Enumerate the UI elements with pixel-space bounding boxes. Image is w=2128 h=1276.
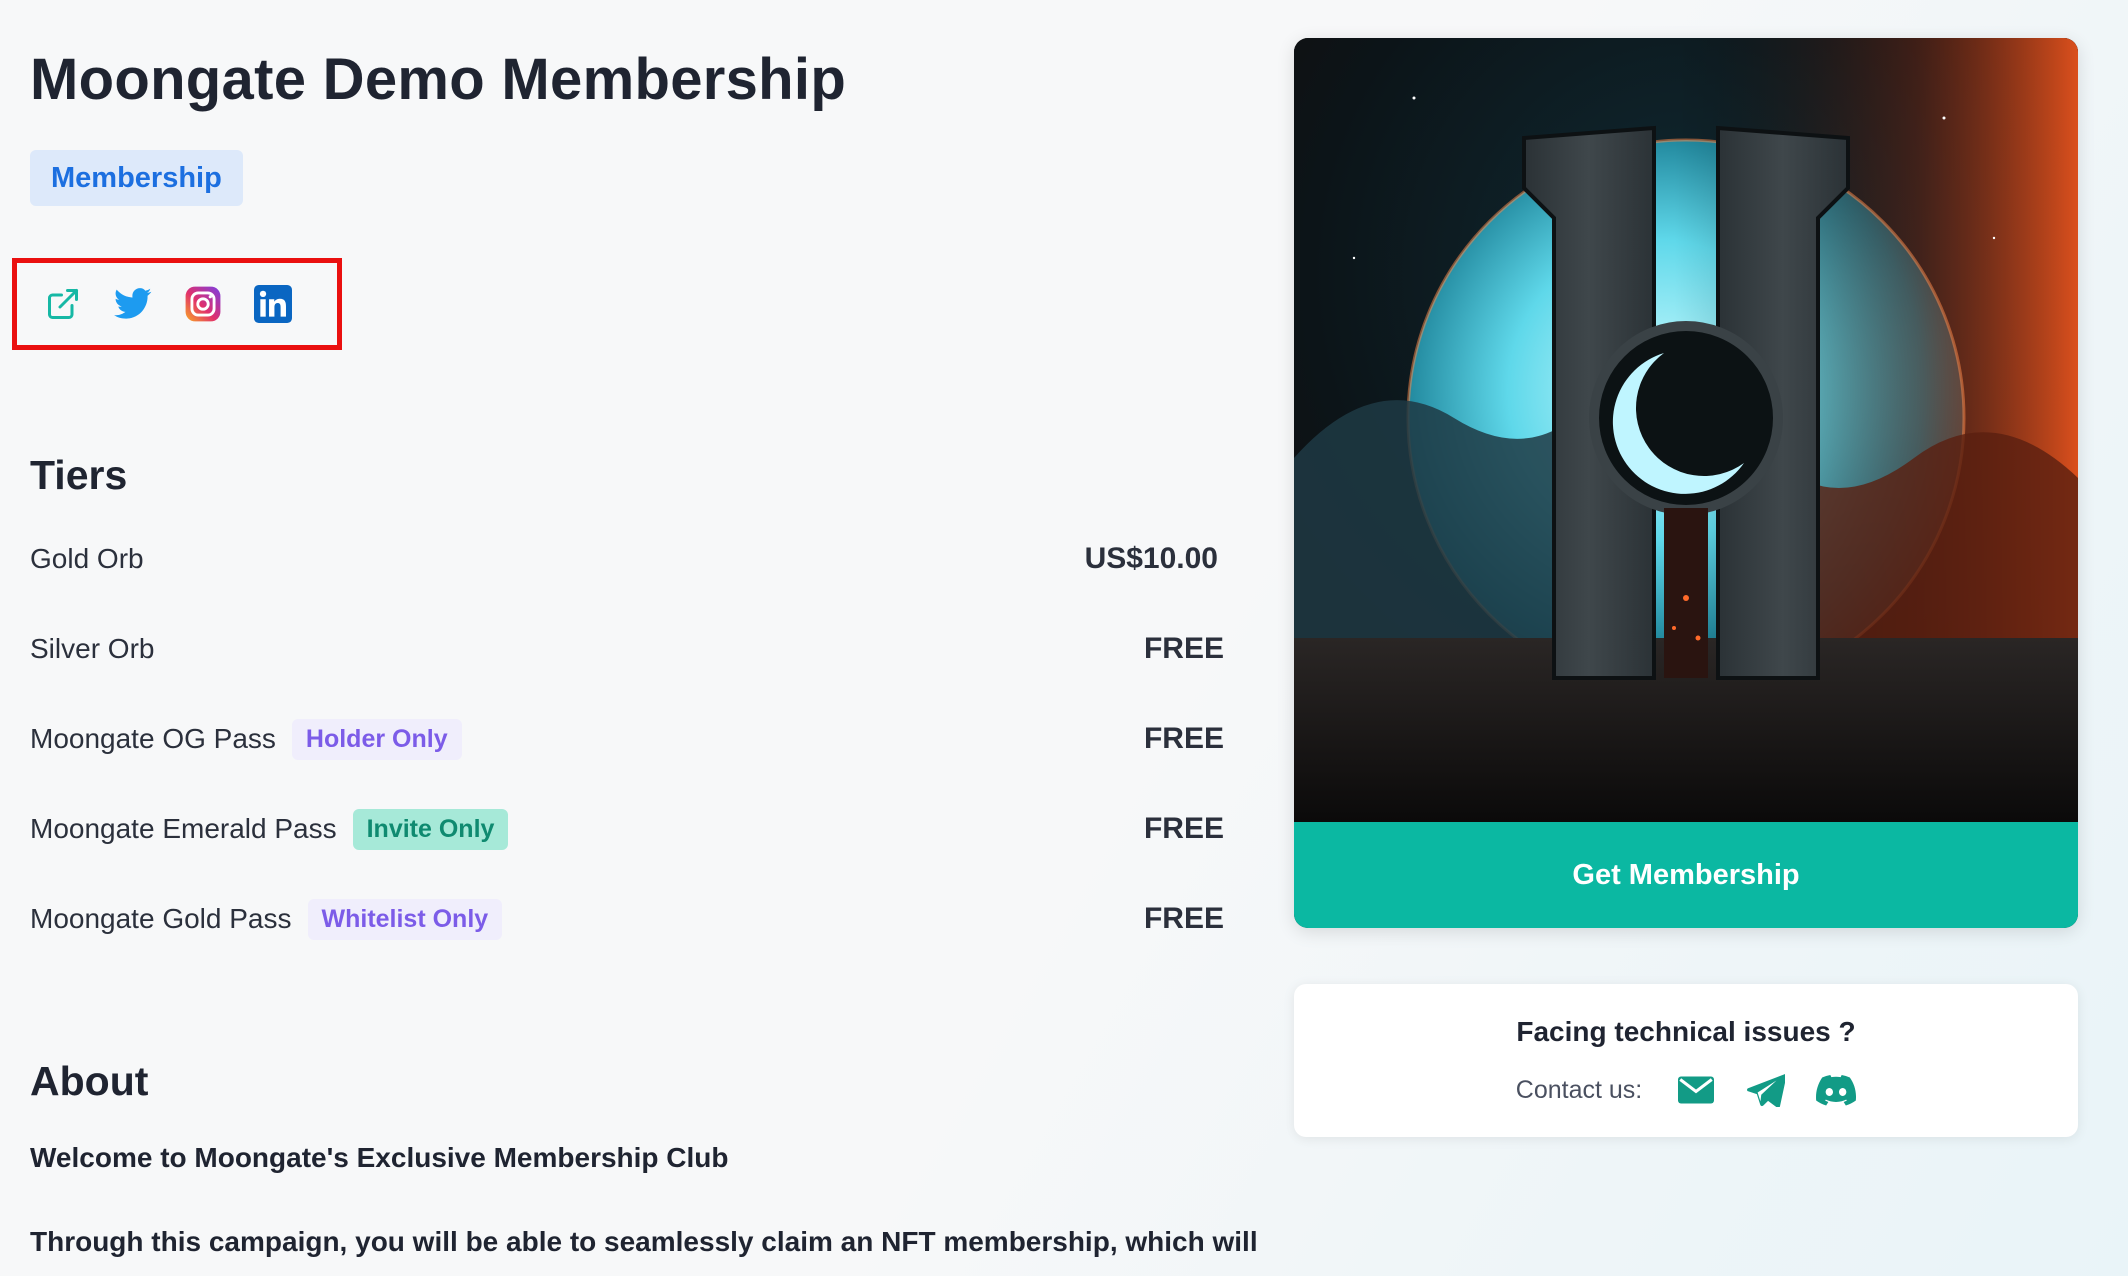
external-link-icon[interactable] (41, 282, 85, 326)
tier-name: Gold Orb (30, 543, 144, 574)
tiers-heading: Tiers (30, 452, 128, 498)
tier-price: FREE (1143, 812, 1224, 845)
tier-access-tag: Invite Only (352, 808, 509, 850)
discord-icon[interactable] (1816, 1070, 1857, 1110)
instagram-icon[interactable] (181, 282, 225, 326)
tier-name: Moongate Emerald Pass (30, 813, 337, 844)
support-box: Facing technical issues ? Contact us: (1294, 984, 2078, 1137)
tier-row[interactable]: Gold Orb US$10.00 (30, 533, 1224, 585)
social-links (12, 258, 342, 350)
tier-row[interactable]: Moongate Gold Pass Whitelist Only FREE (30, 893, 1224, 945)
twitter-icon[interactable] (111, 282, 155, 326)
membership-card: Get Membership (1294, 38, 2078, 928)
telegram-icon[interactable] (1746, 1070, 1786, 1110)
tier-price: US$10.00 (1084, 542, 1218, 575)
tier-name: Moongate OG Pass (30, 723, 276, 754)
category-badge: Membership (30, 150, 243, 206)
tier-price: FREE (1143, 632, 1224, 665)
tier-row[interactable]: Moongate OG Pass Holder Only FREE (30, 713, 1224, 765)
tier-name: Silver Orb (30, 633, 155, 664)
contact-label: Contact us: (1515, 1075, 1643, 1104)
tier-name: Moongate Gold Pass (30, 903, 292, 934)
linkedin-icon[interactable] (251, 282, 295, 326)
tier-access-tag: Whitelist Only (307, 898, 503, 940)
about-lead: Welcome to Moongate's Exclusive Membersh… (30, 1142, 729, 1173)
tier-price: FREE (1143, 722, 1224, 755)
contact-row: Contact us: (1294, 1070, 2078, 1110)
mail-icon[interactable] (1676, 1070, 1716, 1110)
tier-row[interactable]: Moongate Emerald Pass Invite Only FREE (30, 803, 1224, 855)
page-title: Moongate Demo Membership (30, 47, 847, 112)
about-body: Through this campaign, you will be able … (30, 1226, 1258, 1257)
tier-access-tag: Holder Only (291, 718, 462, 760)
tier-price: FREE (1143, 902, 1224, 935)
about-heading: About (30, 1058, 149, 1104)
support-title: Facing technical issues ? (1516, 1016, 1856, 1047)
membership-artwork (1294, 38, 2078, 822)
get-membership-button[interactable]: Get Membership (1294, 822, 2078, 928)
tier-row[interactable]: Silver Orb FREE (30, 623, 1224, 675)
